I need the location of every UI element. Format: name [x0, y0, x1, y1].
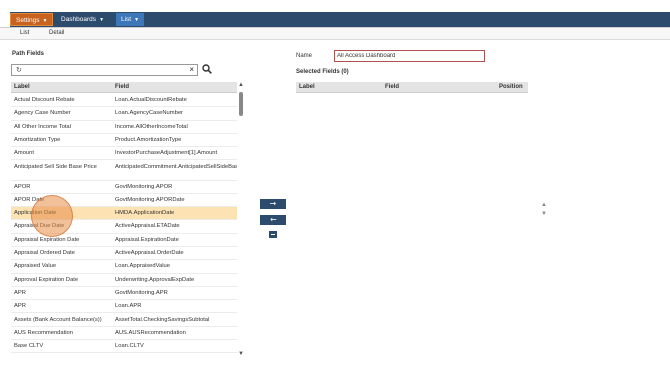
row-field-cell: Loan.APR [115, 303, 142, 310]
row-label-cell: APR [14, 289, 26, 296]
move-down-icon[interactable]: ▼ [541, 211, 547, 217]
row-field-cell: Loan.AppraisedValue [115, 263, 171, 270]
row-label-cell: All Other Income Total [14, 123, 71, 130]
row-field-cell: Product.AmortizationType [115, 136, 182, 143]
minus-icon [271, 234, 275, 235]
row-label-cell: AUS Recommendation [14, 329, 73, 336]
scroll-down-icon[interactable]: ▼ [238, 351, 244, 357]
name-label: Name [296, 53, 313, 59]
row-field-cell: Loan.CLTV [115, 343, 144, 350]
row-label-cell: Appraisal Expiration Date [14, 236, 80, 243]
column-header-field[interactable]: Field [115, 84, 129, 90]
list-menu-label: List [121, 16, 132, 23]
path-fields-search-input[interactable]: ↻ × [11, 64, 198, 76]
clear-search-icon[interactable]: × [189, 65, 194, 74]
row-label-cell: APOR Date [14, 196, 45, 203]
table-row[interactable]: AUS Recommendation AUS.AUSRecommendation [11, 327, 237, 341]
table-row[interactable]: Amount InvestorPurchaseAdjustment[1].Amou… [11, 147, 237, 161]
row-label-cell: Appraisal Due Date [14, 223, 65, 230]
table-row[interactable]: Appraised Value Loan.AppraisedValue [11, 260, 237, 274]
table-row[interactable]: All Other Income Total Income.AllOtherInc… [11, 121, 237, 134]
row-field-cell: ActiveAppraisal.ETADate [115, 223, 180, 230]
table-row[interactable]: APR Loan.APR [11, 300, 237, 314]
row-label-cell: Amortization Type [14, 136, 61, 143]
table-row[interactable]: APOR GovtMonitoring.APOR [11, 181, 237, 194]
chevron-down-icon: ▼ [99, 17, 105, 23]
row-label-cell: Appraisal Ordered Date [14, 250, 75, 256]
sub-nav: List Detail [0, 28, 670, 40]
row-label-cell: APOR [14, 183, 31, 190]
scroll-up-icon[interactable]: ▲ [238, 82, 244, 88]
row-field-cell: ActiveAppraisal.OrderDate [115, 250, 184, 256]
remove-all-button[interactable] [269, 231, 277, 238]
selected-fields-title: Selected Fields (0) [296, 69, 349, 75]
table-row[interactable]: Anticipated Sell Side Base Price Anticipa… [11, 161, 237, 181]
dashboards-menu-label: Dashboards [61, 16, 97, 23]
row-field-cell: AnticipatedCommitment.AnticipatedSellSid… [115, 163, 237, 170]
chevron-down-icon: ▼ [42, 18, 48, 24]
selected-column-label[interactable]: Label [299, 84, 315, 90]
arrow-right-icon: ➞ [269, 199, 277, 208]
dashboard-name-input[interactable] [334, 50, 485, 62]
main-menu-bar: Settings ▼ Dashboards ▼ List ▼ [10, 12, 670, 27]
subnav-item-detail[interactable]: Detail [49, 30, 64, 36]
table-row[interactable]: Assets (Bank Account Balance(s)) AssetTot… [11, 314, 237, 327]
row-label-cell: Approval Expiration Date [14, 276, 79, 283]
row-field-cell: InvestorPurchaseAdjustment[1].Amount [115, 150, 218, 157]
table-row[interactable]: Base CLTV Loan.CLTV [11, 340, 237, 354]
row-field-cell: Underwriting.ApprovalExpDate [115, 276, 195, 283]
row-field-cell: AUS.AUSRecommendation [115, 329, 186, 336]
table-row[interactable]: APR GovtMonitoring.APR [11, 287, 237, 301]
search-input-value: ↻ [16, 67, 22, 74]
scrollbar-thumb[interactable] [239, 92, 243, 116]
settings-menu[interactable]: Settings ▼ [10, 13, 54, 26]
add-field-button[interactable]: ➞ [260, 199, 286, 209]
row-label-cell: Appraised Value [14, 263, 57, 270]
row-field-cell: AssetTotal.CheckingSavingsSubtotal [115, 316, 210, 323]
table-row[interactable]: Application Date HMDA.ApplicationDate [11, 207, 237, 221]
move-up-icon[interactable]: ▲ [541, 202, 547, 208]
row-field-cell: Income.AllOtherIncomeTotal [115, 123, 188, 130]
row-field-cell: GovtMonitoring.APR [115, 289, 168, 296]
search-icon[interactable] [202, 64, 212, 74]
row-field-cell: GovtMonitoring.APOR [115, 183, 173, 190]
table-row[interactable]: Approval Expiration Date Underwriting.App… [11, 274, 237, 287]
selected-fields-grid-header: Label Field Position [296, 82, 528, 93]
table-row[interactable]: Appraisal Expiration Date Appraisal.Expir… [11, 234, 237, 247]
chevron-down-icon: ▼ [134, 17, 140, 23]
row-label-cell: Agency Case Number [14, 110, 71, 117]
row-field-cell: HMDA.ApplicationDate [115, 210, 175, 217]
table-row[interactable]: Amortization Type Product.AmortizationTyp… [11, 134, 237, 148]
row-label-cell: Base CLTV [14, 343, 44, 350]
subnav-item-list[interactable]: List [20, 30, 29, 36]
path-fields-grid-header: Label Field [11, 82, 237, 93]
row-label-cell: Assets (Bank Account Balance(s)) [14, 316, 102, 323]
row-label-cell: Anticipated Sell Side Base Price [14, 163, 97, 170]
position-arrows: ▲ ▼ [541, 202, 549, 220]
list-menu[interactable]: List ▼ [116, 13, 145, 26]
row-label-cell: Application Date [14, 210, 57, 217]
table-row[interactable]: APOR Date GovtMonitoring.APORDate [11, 194, 237, 208]
row-field-cell: Loan.AgencyCaseNumber [115, 110, 183, 117]
selected-column-field[interactable]: Field [385, 84, 399, 90]
row-field-cell: Loan.ActualDiscountRebate [115, 97, 187, 103]
row-label-cell: APR [14, 303, 26, 310]
grid-scrollbar[interactable]: ▲ ▼ [238, 82, 244, 357]
table-row[interactable]: Actual Discount Rebate Loan.ActualDiscoun… [11, 94, 237, 108]
row-label-cell: Actual Discount Rebate [14, 97, 75, 103]
path-fields-title: Path Fields [12, 51, 45, 57]
row-field-cell: Appraisal.ExpirationDate [115, 236, 179, 243]
selected-column-position[interactable]: Position [499, 84, 523, 90]
table-row[interactable]: Appraisal Due Date ActiveAppraisal.ETADat… [11, 220, 237, 234]
table-row[interactable]: Agency Case Number Loan.AgencyCaseNumber [11, 107, 237, 121]
path-fields-grid: Label Field Actual Discount Rebate Loan.A… [11, 82, 237, 357]
settings-menu-label: Settings [16, 17, 40, 24]
dashboards-menu[interactable]: Dashboards ▼ [56, 13, 110, 26]
row-field-cell: GovtMonitoring.APORDate [115, 196, 185, 203]
table-row[interactable]: Appraisal Ordered Date ActiveAppraisal.Or… [11, 247, 237, 261]
row-label-cell: Amount [14, 150, 34, 157]
remove-field-button[interactable]: ➞ [260, 215, 286, 225]
column-header-label[interactable]: Label [14, 84, 30, 90]
arrow-left-icon: ➞ [269, 215, 277, 224]
